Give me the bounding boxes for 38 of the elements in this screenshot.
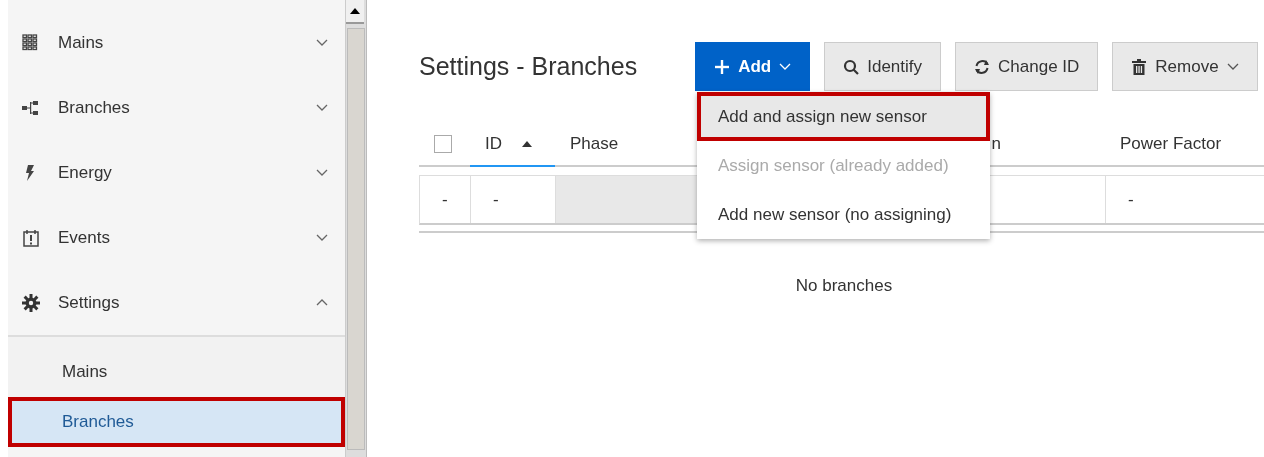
calendar-icon <box>22 228 40 247</box>
sidebar-subitem[interactable]: Branches <box>8 397 345 447</box>
trash-icon <box>1131 58 1148 75</box>
toolbar-button[interactable]: Change ID <box>955 42 1099 91</box>
column-header[interactable]: ID <box>470 123 555 167</box>
empty-message: No branches <box>795 276 893 296</box>
sidebar-item[interactable]: Branches <box>8 75 345 140</box>
refresh-icon <box>974 58 991 75</box>
expand-chevron-icon <box>316 104 328 111</box>
scroll-up-icon[interactable] <box>350 8 360 14</box>
sidebar-item[interactable]: Energy <box>8 140 345 205</box>
scrollbar[interactable] <box>345 0 367 457</box>
branch-icon <box>22 98 40 117</box>
page-title: Settings - Branches <box>419 52 638 81</box>
menu-item[interactable]: Add new sensor (no assigning) <box>697 190 990 239</box>
expand-chevron-icon <box>316 39 328 46</box>
collapse-chevron-icon <box>316 299 328 306</box>
select-all-checkbox[interactable] <box>434 135 452 153</box>
expand-chevron-icon <box>1226 63 1239 70</box>
sidebar-item[interactable]: Mains <box>8 10 345 75</box>
expand-chevron-icon <box>316 169 328 176</box>
search-icon <box>843 58 860 75</box>
toolbar-button[interactable]: Remove <box>1112 42 1258 91</box>
grid-icon <box>22 33 40 52</box>
table-cell: - <box>420 176 471 223</box>
expand-chevron-icon <box>779 63 792 70</box>
sidebar-subitem[interactable]: Mains <box>8 347 345 397</box>
menu-item[interactable]: Add and assign new sensor <box>697 92 990 141</box>
expand-chevron-icon <box>316 234 328 241</box>
toolbar-button[interactable]: Identify <box>824 42 942 91</box>
table-cell: - <box>1106 176 1264 223</box>
toolbar-button[interactable]: Add <box>695 42 811 91</box>
sidebar-item[interactable]: Events <box>8 205 345 270</box>
plus-icon <box>714 58 731 75</box>
sort-ascending-icon <box>522 141 532 147</box>
column-header[interactable]: Power Factor <box>1105 123 1264 165</box>
sidebar-item[interactable]: Settings <box>8 270 345 335</box>
settings-icon <box>22 293 40 312</box>
